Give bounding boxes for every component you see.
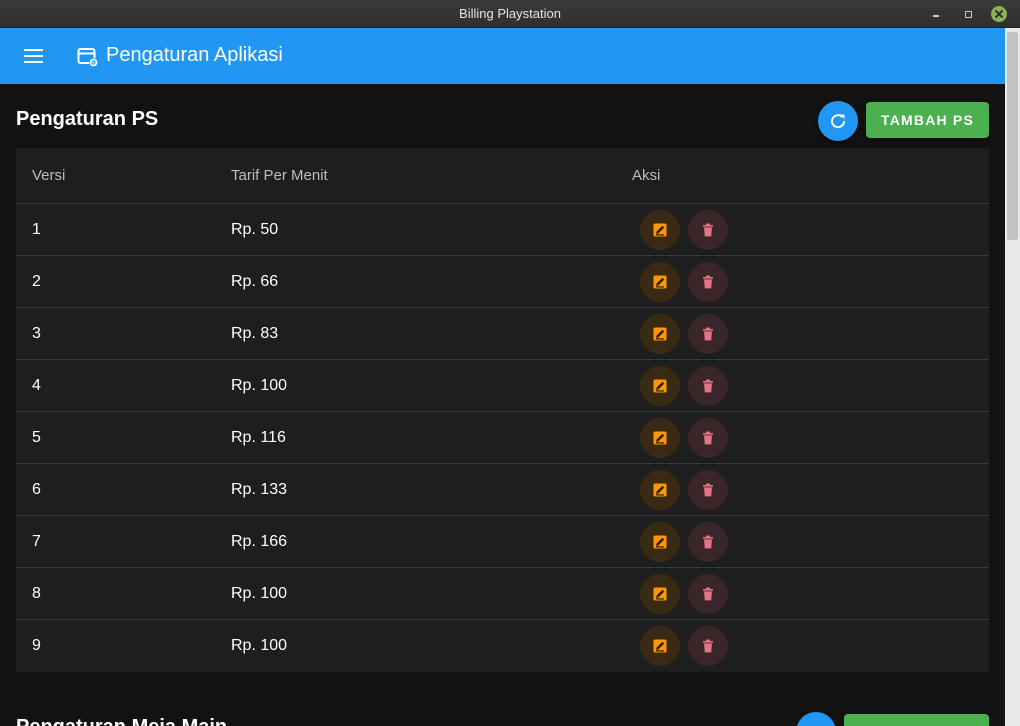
edit-icon <box>653 431 667 445</box>
edit-button[interactable] <box>640 522 680 562</box>
table-row: 2 Rp. 66 <box>16 256 989 308</box>
delete-icon <box>703 223 713 237</box>
edit-button[interactable] <box>640 574 680 614</box>
delete-button[interactable] <box>688 470 728 510</box>
window-title: Billing Playstation <box>459 6 561 21</box>
edit-icon <box>653 483 667 497</box>
edit-icon <box>653 223 667 237</box>
add-meja-button[interactable] <box>844 714 989 726</box>
table-header: Versi Tarif Per Menit Aksi <box>16 148 989 204</box>
delete-button[interactable] <box>688 626 728 666</box>
edit-icon <box>653 639 667 653</box>
cell-versi: 1 <box>32 221 41 238</box>
edit-button[interactable] <box>640 262 680 302</box>
cell-tarif: Rp. 166 <box>231 533 288 550</box>
edit-icon <box>653 379 667 393</box>
edit-button[interactable] <box>640 210 680 250</box>
delete-button[interactable] <box>688 210 728 250</box>
cell-tarif: Rp. 100 <box>231 637 288 654</box>
cell-versi: 2 <box>32 273 41 290</box>
table-row: 3 Rp. 83 <box>16 308 989 360</box>
delete-button[interactable] <box>688 574 728 614</box>
maximize-button[interactable] <box>960 6 976 22</box>
edit-icon <box>653 327 667 341</box>
cell-tarif: Rp. 83 <box>231 325 279 342</box>
delete-button[interactable] <box>688 314 728 354</box>
scrollbar-thumb[interactable] <box>1007 32 1018 240</box>
delete-icon <box>703 483 713 497</box>
edit-icon <box>653 535 667 549</box>
window-titlebar: Billing Playstation <box>0 0 1020 28</box>
edit-button[interactable] <box>640 470 680 510</box>
edit-button[interactable] <box>640 626 680 666</box>
table-row: 7 Rp. 166 <box>16 516 989 568</box>
column-header-aksi: Aksi <box>632 167 661 184</box>
cell-tarif: Rp. 50 <box>231 221 279 238</box>
table-row: 8 Rp. 100 <box>16 568 989 620</box>
delete-icon <box>703 379 713 393</box>
table-body: 1 Rp. 50 2 Rp. 66 3 Rp. 83 4 Rp. 100 5 Rp. 116 6 Rp… <box>16 204 989 672</box>
delete-button[interactable] <box>688 262 728 302</box>
cell-versi: 8 <box>32 585 41 602</box>
section-title-meja: Pengaturan Meja Main <box>16 716 227 726</box>
minimize-button[interactable] <box>928 6 944 22</box>
close-window-button[interactable] <box>991 6 1007 22</box>
cell-versi: 7 <box>32 533 41 550</box>
cell-tarif: Rp. 116 <box>231 429 286 446</box>
edit-button[interactable] <box>640 314 680 354</box>
table-row: 6 Rp. 133 <box>16 464 989 516</box>
cell-versi: 4 <box>32 377 41 394</box>
delete-button[interactable] <box>688 522 728 562</box>
refresh-button[interactable] <box>818 101 858 141</box>
column-header-tarif: Tarif Per Menit <box>231 167 328 184</box>
delete-icon <box>703 639 713 653</box>
delete-button[interactable] <box>688 418 728 458</box>
cell-tarif: Rp. 133 <box>231 481 288 498</box>
cell-versi: 3 <box>32 325 41 342</box>
app-bar: Pengaturan Aplikasi <box>0 28 1005 84</box>
delete-icon <box>703 275 713 289</box>
delete-button[interactable] <box>688 366 728 406</box>
refresh-button-meja[interactable] <box>796 712 836 726</box>
cell-versi: 9 <box>32 637 41 654</box>
edit-button[interactable] <box>640 366 680 406</box>
app-settings-icon <box>77 48 99 68</box>
cell-versi: 5 <box>32 429 41 446</box>
table-row: 1 Rp. 50 <box>16 204 989 256</box>
edit-button[interactable] <box>640 418 680 458</box>
ps-table: Versi Tarif Per Menit Aksi 1 Rp. 50 2 Rp. 6… <box>16 148 989 672</box>
table-row: 5 Rp. 116 <box>16 412 989 464</box>
cell-tarif: Rp. 100 <box>231 377 288 394</box>
add-ps-button[interactable]: TAMBAH PS <box>866 102 989 138</box>
cell-tarif: Rp. 66 <box>231 273 279 290</box>
delete-icon <box>703 587 713 601</box>
table-row: 9 Rp. 100 <box>16 620 989 672</box>
page-title: Pengaturan Aplikasi <box>106 44 283 66</box>
edit-icon <box>653 275 667 289</box>
delete-icon <box>703 431 713 445</box>
table-row: 4 Rp. 100 <box>16 360 989 412</box>
edit-icon <box>653 587 667 601</box>
cell-versi: 6 <box>32 481 41 498</box>
menu-icon[interactable] <box>14 36 54 76</box>
cell-tarif: Rp. 100 <box>231 585 288 602</box>
refresh-icon <box>831 114 846 129</box>
section-title: Pengaturan PS <box>16 108 159 130</box>
delete-icon <box>703 535 713 549</box>
column-header-versi: Versi <box>32 167 66 184</box>
delete-icon <box>703 327 713 341</box>
